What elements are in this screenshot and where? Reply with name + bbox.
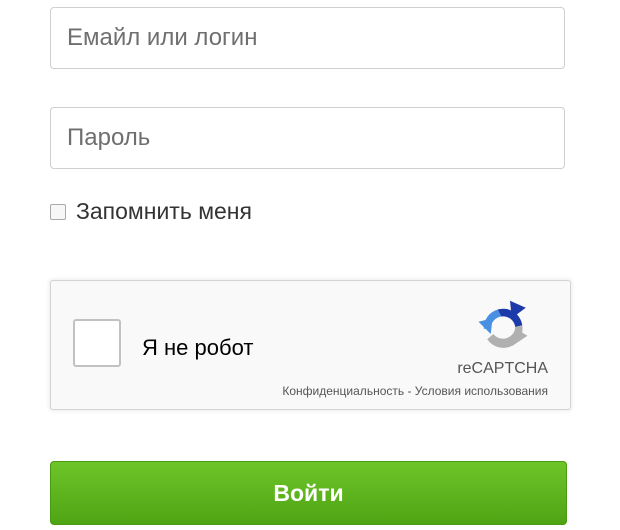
recaptcha-checkbox[interactable] — [73, 319, 121, 367]
recaptcha-label: Я не робот — [142, 335, 254, 360]
remember-me[interactable]: Запомнить меня — [50, 198, 252, 225]
links-separator: - — [404, 384, 415, 398]
recaptcha-logo-icon — [478, 300, 528, 348]
recaptcha-brand: reCAPTCHA — [457, 360, 548, 377]
login-button[interactable]: Войти — [50, 461, 567, 525]
recaptcha-widget: Я не робот reCAPTCHA Конфиденциальность … — [50, 280, 571, 410]
remember-me-label: Запомнить меня — [76, 198, 252, 224]
terms-link[interactable]: Условия использования — [415, 384, 548, 398]
password-input[interactable] — [50, 107, 565, 169]
login-input[interactable] — [50, 7, 565, 69]
recaptcha-links: Конфиденциальность - Условия использован… — [282, 384, 548, 398]
remember-me-checkbox[interactable] — [50, 203, 66, 220]
login-form: Запомнить меня Я не робот reCAPTCHA Конф… — [0, 0, 620, 530]
privacy-link[interactable]: Конфиденциальность — [282, 384, 404, 398]
